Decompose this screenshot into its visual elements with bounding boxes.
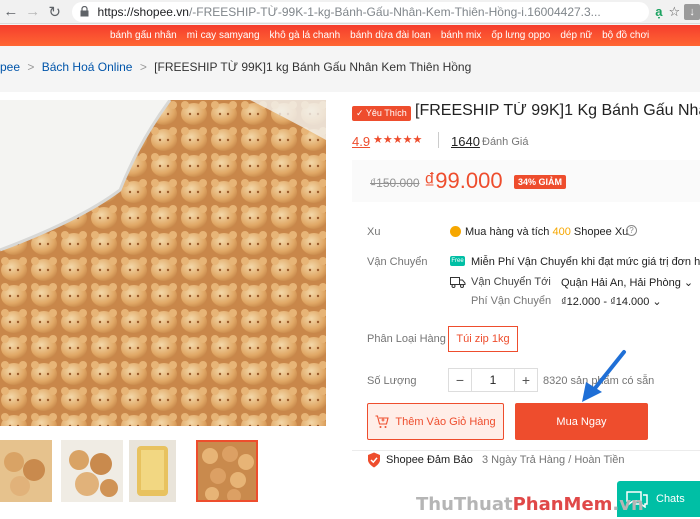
product-main-image[interactable]	[0, 100, 326, 426]
shipping-fee-label: Phí Vận Chuyển	[471, 295, 552, 307]
watermark-part1: ThuThuat	[416, 494, 513, 515]
add-to-cart-button[interactable]: Thêm Vào Giỏ Hàng	[367, 403, 504, 440]
breadcrumb-separator: >	[139, 60, 147, 74]
ship-to-location: Quận Hải An, Hải Phòng	[561, 277, 681, 289]
quantity-label: Số Lượng	[367, 375, 417, 387]
lock-icon	[80, 5, 92, 18]
watermark: ThuThuatPhanMem.vn	[416, 494, 644, 515]
xu-label: Xu	[367, 226, 381, 238]
watermark-part2: PhanMem	[512, 494, 613, 515]
favorite-badge-label: Yêu Thích	[365, 108, 407, 118]
decrease-quantity-button[interactable]: −	[448, 368, 472, 392]
guarantee-label: Shopee Đảm Bảo	[386, 454, 473, 466]
download-icon[interactable]: ↓	[684, 3, 700, 20]
chevron-down-icon: ⌄	[683, 277, 694, 289]
free-shipping-icon: Free	[450, 256, 465, 266]
variant-label: Phân Loại Hàng	[367, 333, 446, 345]
chat-label: Chats	[656, 493, 685, 505]
annotation-arrow-icon	[582, 350, 626, 402]
extension-icon[interactable]: ạ	[655, 4, 662, 19]
shipping-label: Vận Chuyển	[367, 256, 428, 268]
divider	[352, 450, 700, 451]
shopee-coin-icon	[450, 226, 461, 237]
variant-option-selected[interactable]: Túi zip 1kg	[448, 326, 518, 352]
shield-icon	[368, 452, 380, 468]
reviews-count[interactable]: 1640	[451, 134, 480, 149]
header-keyword[interactable]: bộ đồ chơi	[602, 30, 649, 41]
breadcrumb: pee > Bách Hoá Online > [FREESHIP TỪ 99K…	[0, 60, 475, 74]
discount-badge: 34% GIẢM	[514, 175, 567, 189]
increase-quantity-button[interactable]: +	[514, 368, 538, 392]
favorite-badge: ✓ Yêu Thích	[352, 106, 411, 121]
xu-text: Mua hàng và tích 400 Shopee Xu	[465, 226, 628, 238]
quantity-stepper: − 1 +	[448, 368, 538, 392]
chevron-down-icon: ⌄	[652, 296, 662, 308]
back-icon[interactable]: ←	[0, 0, 22, 24]
header-keyword[interactable]: bánh mix	[441, 30, 482, 41]
bookmark-star-icon[interactable]: ☆	[668, 4, 680, 20]
header-keyword[interactable]: mì cay samyang	[187, 30, 260, 41]
product-thumbnail-active[interactable]	[196, 440, 258, 502]
original-price: ₫150.000	[370, 176, 420, 190]
cart-icon	[375, 414, 390, 428]
header-keyword[interactable]: dép nữ	[560, 30, 592, 41]
rating-stars-icon: ★★★★★	[373, 134, 423, 146]
shopee-header: bánh gấu nhân mì cay samyang khô gà lá c…	[0, 25, 700, 46]
xu-amount: 400	[552, 226, 571, 238]
price-box: ₫150.000 ₫99.000 34% GIẢM	[352, 160, 700, 202]
breadcrumb-home[interactable]: pee	[0, 60, 20, 74]
shipping-fee-amount: ₫12.000 - ₫14.000	[561, 296, 650, 308]
browser-toolbar: ← → ↻ https://shopee.vn/-FREESHIP-TỪ-99K…	[0, 0, 700, 24]
breadcrumb-separator: >	[27, 60, 35, 74]
buy-now-button[interactable]: Mua Ngay	[515, 403, 648, 440]
watermark-part3: .vn	[612, 494, 644, 515]
url-path: /-FREESHIP-TỪ-99K-1-kg-Bánh-Gấu-Nhân-Kem…	[188, 4, 601, 19]
address-bar[interactable]: https://shopee.vn/-FREESHIP-TỪ-99K-1-kg-…	[71, 1, 650, 22]
forward-icon[interactable]: →	[22, 0, 44, 24]
header-keyword[interactable]: khô gà lá chanh	[270, 30, 341, 41]
breadcrumb-category[interactable]: Bách Hoá Online	[42, 60, 133, 74]
url-host: https://shopee.vn	[97, 4, 189, 19]
product-title: [FREESHIP TỪ 99K]1 Kg Bánh Gấu Nhân	[415, 102, 700, 119]
free-shipping-text: Miễn Phí Vận Chuyển khi đạt mức giá trị …	[471, 256, 700, 268]
breadcrumb-current: [FREESHIP TỪ 99K]1 kg Bánh Gấu Nhân Kem …	[154, 60, 472, 74]
sale-price: ₫99.000	[424, 168, 503, 193]
quantity-input[interactable]: 1	[472, 368, 514, 392]
ship-to-label: Vận Chuyển Tới	[471, 276, 551, 288]
rating-value[interactable]: 4.9	[352, 134, 370, 149]
divider	[438, 132, 439, 148]
guarantee-value[interactable]: 3 Ngày Trả Hàng / Hoàn Tiền	[482, 454, 624, 466]
header-keyword[interactable]: ốp lưng oppo	[491, 30, 550, 41]
xu-text-pre: Mua hàng và tích	[465, 226, 553, 238]
header-keyword[interactable]: bánh dừa đài loan	[350, 30, 431, 41]
product-thumbnail[interactable]	[61, 440, 123, 502]
help-icon[interactable]: ?	[626, 225, 637, 236]
truck-icon	[450, 277, 466, 288]
add-to-cart-label: Thêm Vào Giỏ Hàng	[395, 415, 496, 428]
shipping-fee-value[interactable]: ₫12.000 - ₫14.000 ⌄	[561, 295, 662, 308]
product-thumbnail[interactable]	[129, 440, 176, 502]
product-card: ✓ Yêu Thích [FREESHIP TỪ 99K]1 Kg Bánh G…	[0, 92, 700, 519]
ship-to-value[interactable]: Quận Hải An, Hải Phòng ⌄	[561, 276, 693, 289]
reviews-label: Đánh Giá	[482, 136, 529, 148]
product-thumbnail[interactable]	[0, 440, 52, 502]
reload-icon[interactable]: ↻	[44, 0, 66, 24]
xu-text-post: Shopee Xu	[570, 226, 629, 238]
header-keyword[interactable]: bánh gấu nhân	[110, 30, 177, 41]
